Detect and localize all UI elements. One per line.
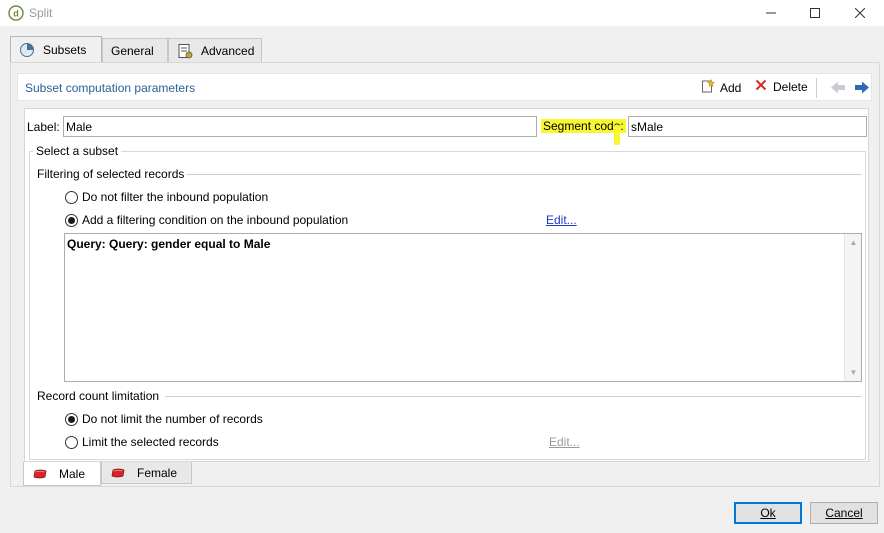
tab-subsets-label: Subsets	[43, 43, 87, 57]
radio-limit-records-label: Limit the selected records	[82, 435, 219, 449]
segment-tab-female-label: Female	[137, 465, 178, 480]
close-button[interactable]	[837, 0, 882, 26]
minimize-icon	[765, 6, 776, 21]
segment-code-caption: Segment code:	[541, 119, 626, 133]
tab-general-label: General	[111, 43, 154, 58]
maximize-icon	[809, 6, 820, 21]
app-icon: d	[8, 5, 24, 21]
previous-arrow-icon[interactable]	[830, 81, 846, 97]
minimize-button[interactable]	[748, 0, 793, 26]
cancel-button[interactable]: Cancel	[810, 502, 878, 524]
maximize-button[interactable]	[792, 0, 837, 26]
next-arrow-icon[interactable]	[854, 81, 870, 97]
filtering-divider	[186, 174, 862, 175]
label-caption: Label:	[27, 120, 60, 134]
filtering-heading: Filtering of selected records	[37, 167, 185, 181]
window-title: Split	[29, 6, 53, 20]
toolbar-divider	[816, 78, 817, 98]
segment-code-input[interactable]: sMale	[628, 116, 867, 137]
scroll-up-icon[interactable]: ▲	[848, 237, 859, 248]
radio-no-limit-dot	[65, 412, 78, 426]
section-header: Subset computation parameters Add Delete	[17, 73, 872, 101]
scroll-down-icon[interactable]: ▼	[848, 367, 859, 378]
radio-add-filter-dot	[65, 213, 78, 227]
query-display[interactable]: Query: Query: gender equal to Male ▲ ▼	[64, 233, 862, 382]
select-subset-legend: Select a subset	[33, 144, 122, 158]
segment-tab-male[interactable]: Male	[23, 462, 101, 486]
svg-text:d: d	[13, 9, 19, 19]
add-icon	[701, 78, 716, 96]
radio-no-filter-label: Do not filter the inbound population	[82, 190, 269, 204]
radio-no-filter[interactable]: Do not filter the inbound population	[65, 190, 268, 204]
segment-tab-female[interactable]: Female	[101, 462, 192, 484]
delete-icon	[755, 79, 767, 94]
segment-tab-male-label: Male	[59, 466, 86, 481]
record-count-heading: Record count limitation	[37, 389, 160, 403]
close-icon	[854, 6, 865, 21]
limit-edit-link: Edit...	[549, 435, 580, 449]
query-text: Query: Query: gender equal to Male	[67, 237, 271, 251]
filter-edit-link[interactable]: Edit...	[546, 213, 577, 227]
add-button[interactable]: Add	[701, 78, 742, 96]
radio-no-limit[interactable]: Do not limit the number of records	[65, 412, 263, 426]
radio-add-filter[interactable]: Add a filtering condition on the inbound…	[65, 213, 348, 227]
radio-limit-records[interactable]: Limit the selected records	[65, 435, 219, 449]
cancel-label: Cancel	[825, 506, 863, 520]
label-input[interactable]: Male	[63, 116, 537, 137]
ok-label: Ok	[760, 506, 776, 520]
segment-icon	[110, 467, 126, 479]
tab-advanced[interactable]: Advanced	[168, 38, 262, 62]
radio-no-filter-dot	[65, 190, 78, 204]
radio-no-limit-label: Do not limit the number of records	[82, 412, 263, 426]
delete-button[interactable]: Delete	[755, 79, 808, 94]
settings-sheet-icon	[177, 43, 193, 59]
add-label: Add	[720, 80, 742, 95]
radio-add-filter-label: Add a filtering condition on the inbound…	[82, 213, 349, 227]
record-count-divider	[165, 396, 862, 397]
delete-label: Delete	[773, 79, 808, 94]
query-scrollbar[interactable]: ▲ ▼	[844, 234, 861, 381]
highlight-mark	[614, 125, 620, 145]
section-title: Subset computation parameters	[25, 81, 196, 95]
tab-advanced-label: Advanced	[201, 43, 255, 58]
segment-icon	[32, 468, 48, 480]
tab-general[interactable]: General	[102, 38, 168, 62]
radio-limit-records-dot	[65, 435, 78, 449]
tab-subsets[interactable]: Subsets	[10, 36, 102, 63]
title-bar: d Split	[0, 0, 884, 26]
ok-button[interactable]: Ok	[734, 502, 802, 524]
pie-chart-icon	[19, 42, 35, 58]
